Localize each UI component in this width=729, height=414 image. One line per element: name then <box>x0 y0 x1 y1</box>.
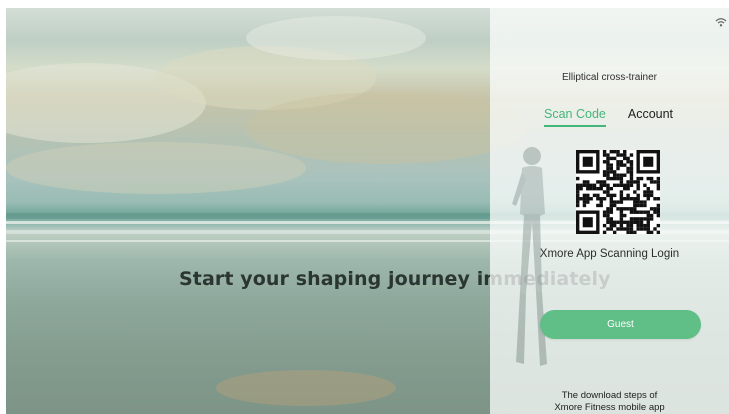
download-line-2: Xmore Fitness mobile app <box>554 402 665 413</box>
guest-button[interactable]: Guest <box>540 310 701 339</box>
qr-code-graphic <box>576 150 660 234</box>
tab-scan-code[interactable]: Scan Code <box>544 107 606 127</box>
app-screen: Start your shaping journey immediately E… <box>6 8 729 414</box>
login-panel: Elliptical cross-trainer Scan Code Accou… <box>490 8 729 414</box>
wifi-icon <box>715 18 727 27</box>
scan-login-label: Xmore App Scanning Login <box>539 248 680 260</box>
device-title: Elliptical cross-trainer <box>561 72 658 83</box>
download-steps-link[interactable]: The download steps of Xmore Fitness mobi… <box>490 390 729 414</box>
tab-account[interactable]: Account <box>628 107 673 127</box>
login-tabs: Scan Code Account <box>544 107 673 127</box>
download-line-1: The download steps of <box>561 390 658 401</box>
qr-code-icon <box>576 150 660 234</box>
